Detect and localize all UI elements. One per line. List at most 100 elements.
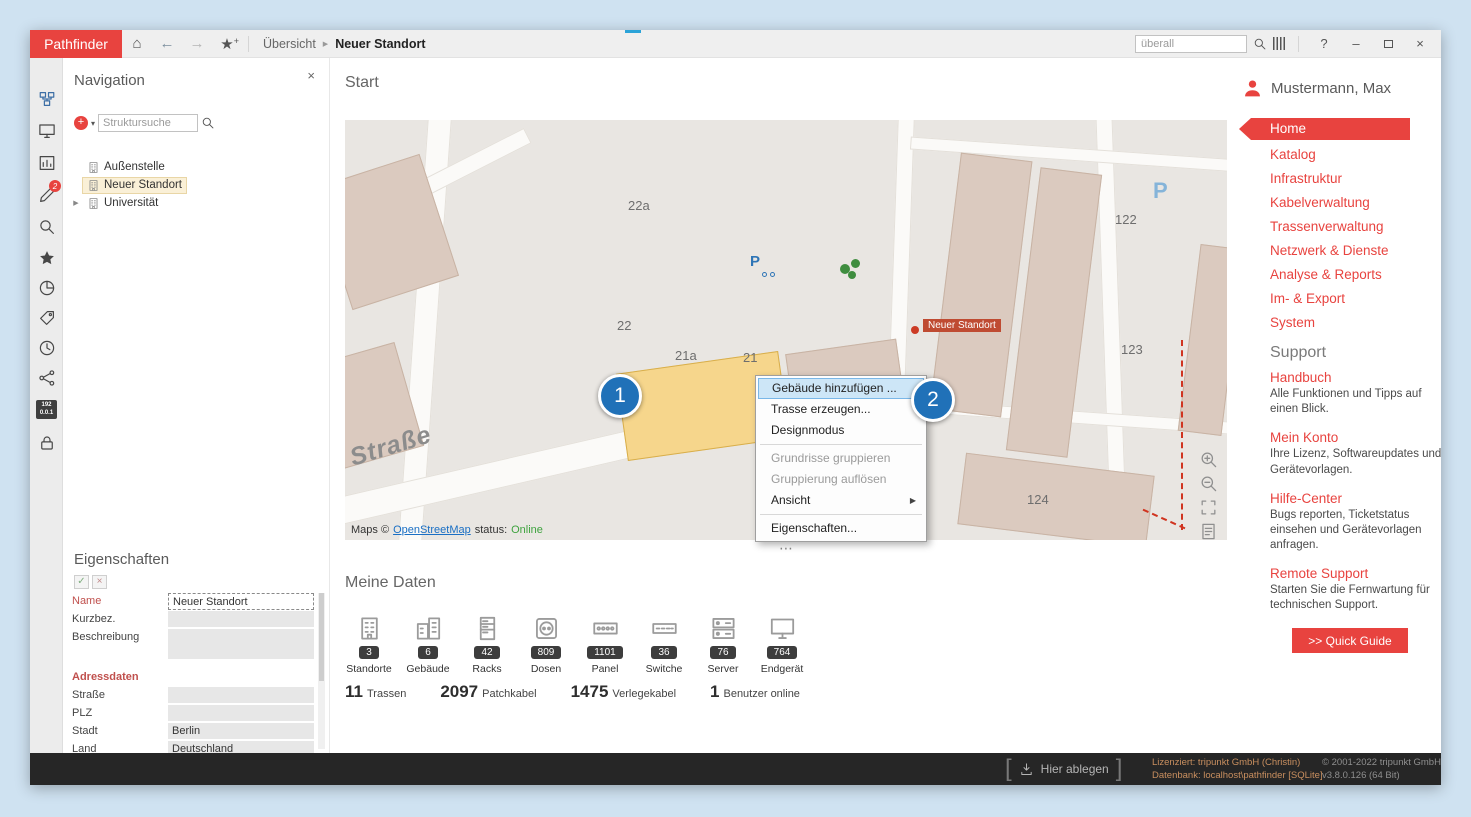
close-button[interactable]: × xyxy=(1407,36,1433,51)
panel-view-icon[interactable] xyxy=(36,152,57,173)
building-label: 122 xyxy=(1115,212,1137,227)
menu-kabelverwaltung[interactable]: Kabelverwaltung xyxy=(1239,191,1410,215)
edit-tasks-icon[interactable]: 2 xyxy=(36,184,57,205)
minimize-button[interactable]: – xyxy=(1343,36,1369,51)
devices-icon[interactable] xyxy=(36,120,57,141)
forward-icon[interactable]: → xyxy=(182,35,212,52)
stat-endgeraet[interactable]: 764Endgerät xyxy=(758,612,806,675)
support-links: HandbuchAlle Funktionen und Tipps auf ei… xyxy=(1270,370,1441,627)
tags-icon[interactable] xyxy=(36,307,57,328)
beschreibung-field[interactable] xyxy=(168,629,314,659)
cancel-icon[interactable]: × xyxy=(92,575,107,589)
reports-pie-icon[interactable] xyxy=(36,277,57,298)
drop-zone[interactable]: [ Hier ablegen ] xyxy=(1005,753,1122,785)
structure-search-input[interactable] xyxy=(98,114,198,132)
online-status: Online xyxy=(511,524,543,536)
support-hilfe-center[interactable]: Hilfe-CenterBugs reporten, Ticketstatus … xyxy=(1270,491,1441,554)
meine-daten-heading: Meine Daten xyxy=(345,574,436,592)
support-heading: Support xyxy=(1270,344,1326,362)
rack-icon xyxy=(474,615,501,642)
map-road xyxy=(910,137,1227,173)
menu-system[interactable]: System xyxy=(1239,311,1410,335)
menu-item-ansicht[interactable]: Ansicht▶ xyxy=(758,490,924,511)
stat-dosen[interactable]: 809Dosen xyxy=(522,612,570,675)
menu-analyse-reports[interactable]: Analyse & Reports xyxy=(1239,263,1410,287)
add-node-button[interactable]: + xyxy=(74,116,88,130)
total-verlegekabel[interactable]: 1475Verlegekabel xyxy=(571,682,676,702)
splitter-handle[interactable]: ⋯ xyxy=(771,540,801,557)
chevron-down-icon[interactable]: ▾ xyxy=(91,119,95,128)
menu-item-eigenschaften[interactable]: Eigenschaften... xyxy=(758,518,924,539)
stat-racks[interactable]: 42Racks xyxy=(463,612,511,675)
menu-netzwerk-dienste[interactable]: Netzwerk & Dienste xyxy=(1239,239,1410,263)
map-page-icon[interactable] xyxy=(1199,522,1218,540)
favorites-icon[interactable] xyxy=(36,247,57,268)
menu-home[interactable]: Home xyxy=(1239,118,1410,140)
close-panel-icon[interactable]: × xyxy=(307,68,315,83)
app-logo[interactable]: Pathfinder xyxy=(30,30,122,58)
scrollbar-thumb[interactable] xyxy=(319,593,324,681)
menu-im-export[interactable]: Im- & Export xyxy=(1239,287,1410,311)
lock-icon[interactable] xyxy=(36,432,57,453)
property-row: Kurzbez. xyxy=(72,611,314,629)
back-icon[interactable]: ← xyxy=(152,35,182,52)
breadcrumb-root[interactable]: Übersicht xyxy=(263,37,316,51)
site-icon xyxy=(87,161,100,174)
barcode-scan-icon[interactable] xyxy=(1273,37,1286,50)
global-search-input[interactable] xyxy=(1135,35,1247,53)
support-handbuch[interactable]: HandbuchAlle Funktionen und Tipps auf ei… xyxy=(1270,370,1441,417)
device-icon xyxy=(769,615,796,642)
apply-icon[interactable]: ✓ xyxy=(74,575,89,589)
help-button[interactable]: ? xyxy=(1311,36,1337,51)
quick-guide-button[interactable]: >> Quick Guide xyxy=(1292,628,1408,653)
stat-panel[interactable]: 1101Panel xyxy=(581,612,629,675)
menu-item-trasse-erzeugen[interactable]: Trasse erzeugen... xyxy=(758,399,924,420)
name-field[interactable] xyxy=(168,593,314,610)
properties-toolbar: ✓ × xyxy=(74,575,107,589)
home-icon[interactable]: ⌂ xyxy=(122,35,152,52)
menu-item-grundrisse-gruppieren: Grundrisse gruppieren xyxy=(758,448,924,469)
history-icon[interactable] xyxy=(36,337,57,358)
expander-icon[interactable]: ▶ xyxy=(70,199,82,207)
tree-item-universitaet[interactable]: ▶ Universität xyxy=(70,194,320,212)
search-rail-icon[interactable] xyxy=(36,216,57,237)
stat-server[interactable]: 76Server xyxy=(699,612,747,675)
kurzbez-field[interactable] xyxy=(168,611,314,627)
fit-view-icon[interactable] xyxy=(1199,498,1218,517)
zoom-out-icon[interactable] xyxy=(1199,474,1218,493)
stat-standorte[interactable]: 3Standorte xyxy=(345,612,393,675)
favorite-add-icon[interactable]: ★+ xyxy=(212,35,242,53)
socket-icon xyxy=(533,615,560,642)
zoom-in-icon[interactable] xyxy=(1199,450,1218,469)
menu-infrastruktur[interactable]: Infrastruktur xyxy=(1239,167,1410,191)
stat-gebaeude[interactable]: 6Gebäude xyxy=(404,612,452,675)
stadt-field[interactable]: Berlin xyxy=(168,723,314,739)
search-icon[interactable] xyxy=(201,116,215,130)
tree-item-aussenstelle[interactable]: Außenstelle xyxy=(70,158,320,176)
menu-katalog[interactable]: Katalog xyxy=(1239,143,1410,167)
structure-tree-icon[interactable] xyxy=(36,88,57,109)
plz-field[interactable] xyxy=(168,705,314,721)
total-benutzer-online[interactable]: 1Benutzer online xyxy=(710,682,800,702)
topology-icon[interactable] xyxy=(36,367,57,388)
menu-trassenverwaltung[interactable]: Trassenverwaltung xyxy=(1239,215,1410,239)
left-icon-rail: 2 1920.0.1 xyxy=(30,58,63,753)
support-mein-konto[interactable]: Mein KontoIhre Lizenz, Softwareupdates u… xyxy=(1270,430,1441,477)
building-label: 22 xyxy=(617,318,631,333)
strasse-field[interactable] xyxy=(168,687,314,703)
support-remote-support[interactable]: Remote SupportStarten Sie die Fernwartun… xyxy=(1270,566,1441,613)
openstreetmap-link[interactable]: OpenStreetMap xyxy=(393,524,471,536)
menu-item-gebaeude-hinzufuegen[interactable]: Gebäude hinzufügen ... xyxy=(758,378,924,399)
menu-item-designmodus[interactable]: Designmodus xyxy=(758,420,924,441)
maximize-button[interactable] xyxy=(1375,36,1401,51)
scrollbar[interactable] xyxy=(318,593,325,749)
total-trassen[interactable]: 11Trassen xyxy=(345,682,406,702)
map-route-dashed xyxy=(1181,340,1183,530)
user-info[interactable]: Mustermann, Max xyxy=(1242,78,1391,99)
count-badge: 76 xyxy=(710,646,735,659)
tree-item-neuer-standort[interactable]: Neuer Standort xyxy=(70,176,320,194)
total-patchkabel[interactable]: 2097Patchkabel xyxy=(440,682,536,702)
stat-switche[interactable]: 36Switche xyxy=(640,612,688,675)
ip-management-icon[interactable]: 1920.0.1 xyxy=(36,399,57,420)
search-icon[interactable] xyxy=(1253,37,1267,51)
